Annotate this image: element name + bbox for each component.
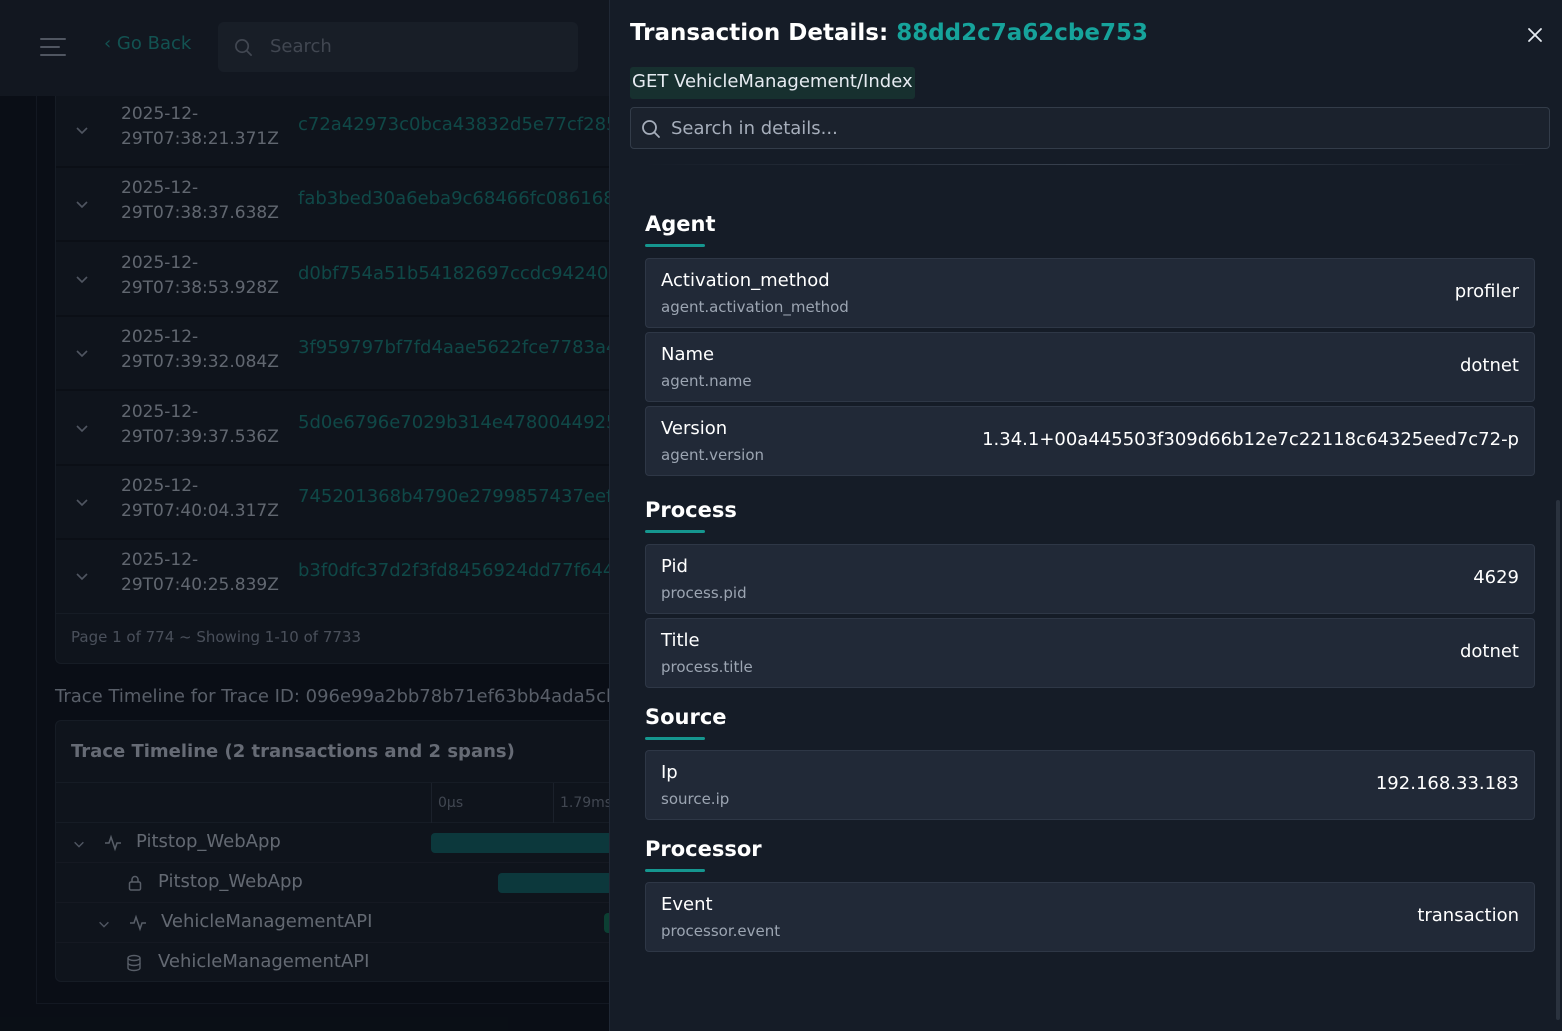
field-value: profiler (1454, 281, 1519, 302)
field-name: Version (661, 418, 728, 439)
field-value: transaction (1417, 905, 1519, 926)
field-key: agent.version (661, 446, 765, 464)
field-value: 4629 (1473, 567, 1519, 588)
details-search-input[interactable]: Search in details... (630, 107, 1550, 149)
section-underline (645, 737, 705, 740)
field-name: Event (661, 894, 713, 915)
field-key: processor.event (661, 922, 781, 940)
section-title-process: Process (645, 498, 737, 522)
field-row: Version agent.version 1.34.1+00a445503f3… (645, 406, 1535, 476)
field-row: Event processor.event transaction (645, 882, 1535, 952)
field-key: agent.activation_method (661, 298, 849, 316)
field-key: process.pid (661, 584, 747, 602)
field-name: Ip (661, 762, 678, 783)
backdrop-overlay[interactable] (0, 0, 609, 1031)
drawer-scrollbar[interactable] (1556, 500, 1560, 1020)
section-title-processor: Processor (645, 837, 762, 861)
section-underline (645, 869, 705, 872)
field-value: 1.34.1+00a445503f309d66b12e7c22118c64325… (982, 429, 1519, 450)
section-underline (645, 244, 705, 247)
method-path-badge: GET VehicleManagement/Index (630, 67, 915, 99)
field-row: Pid process.pid 4629 (645, 544, 1535, 614)
drawer-title-prefix: Transaction Details: (630, 20, 897, 46)
field-name: Name (661, 344, 715, 365)
field-name: Activation_method (661, 270, 830, 291)
field-name: Pid (661, 556, 688, 577)
close-icon[interactable] (1524, 24, 1546, 46)
transaction-id: 88dd2c7a62cbe753 (896, 20, 1148, 46)
field-name: Title (661, 630, 700, 651)
field-value: 192.168.33.183 (1375, 773, 1519, 794)
section-title-agent: Agent (645, 212, 716, 236)
details-search-placeholder: Search in details... (671, 118, 838, 139)
section-title-source: Source (645, 705, 727, 729)
section-underline (645, 530, 705, 533)
field-row: Name agent.name dotnet (645, 332, 1535, 402)
drawer-title: Transaction Details: 88dd2c7a62cbe753 (630, 20, 1148, 46)
search-icon (641, 119, 661, 143)
field-value: dotnet (1459, 641, 1519, 662)
divider (645, 164, 1530, 165)
field-key: source.ip (661, 790, 730, 808)
field-value: dotnet (1459, 355, 1519, 376)
field-row: Activation_method agent.activation_metho… (645, 258, 1535, 328)
field-row: Ip source.ip 192.168.33.183 (645, 750, 1535, 820)
field-key: process.title (661, 658, 753, 676)
field-key: agent.name (661, 372, 752, 390)
transaction-details-drawer: Transaction Details: 88dd2c7a62cbe753 GE… (609, 0, 1562, 1031)
field-row: Title process.title dotnet (645, 618, 1535, 688)
